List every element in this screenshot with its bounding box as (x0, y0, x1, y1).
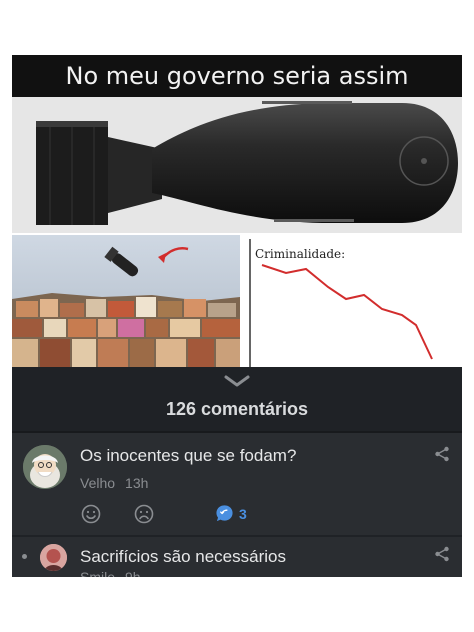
old-man-avatar-icon (23, 445, 67, 489)
smile-icon[interactable] (81, 504, 101, 524)
comment-author[interactable]: Velho (80, 475, 115, 491)
bomb-panel (12, 97, 462, 233)
crime-trend-line (261, 264, 433, 360)
avatar[interactable] (40, 544, 67, 571)
share-icon[interactable] (434, 546, 450, 562)
comment-time: 13h (125, 475, 149, 491)
bomb-illustration (12, 97, 462, 233)
chevron-down-icon[interactable] (223, 373, 251, 389)
comment-text: Os inocentes que se fodam? (80, 446, 297, 465)
comment-time: 9h (125, 569, 141, 577)
avatar[interactable] (23, 445, 67, 489)
comment-meta: Velho 13h (80, 475, 148, 491)
share-icon[interactable] (434, 446, 450, 462)
crime-chart: Criminalidade: (246, 235, 462, 367)
favela-photo (12, 235, 240, 367)
app-screen: No meu governo seria assim Criminalidade… (12, 55, 462, 577)
frown-icon[interactable] (134, 504, 154, 524)
thread-bullet (22, 554, 27, 559)
reply-bubble-icon[interactable] (215, 504, 234, 523)
crime-chart-label: Criminalidade: (255, 247, 346, 261)
comment-meta: Smile 9h (80, 569, 141, 577)
comment-author[interactable]: Smile (80, 569, 115, 577)
user-avatar-icon (40, 544, 67, 571)
meme-title: No meu governo seria assim (12, 55, 462, 97)
meme-image[interactable]: No meu governo seria assim Criminalidade… (12, 55, 462, 367)
comment-count: 126 comentários (165, 399, 309, 419)
favela-illustration (12, 235, 240, 367)
reply-count[interactable]: 3 (239, 506, 247, 522)
comment-item[interactable]: Os inocentes que se fodam? Velho 13h 3 (12, 433, 462, 535)
comment-text: Sacrifícios são necessários (80, 547, 286, 566)
comment-item[interactable]: Sacrifícios são necessários Smile 9h (12, 537, 462, 577)
